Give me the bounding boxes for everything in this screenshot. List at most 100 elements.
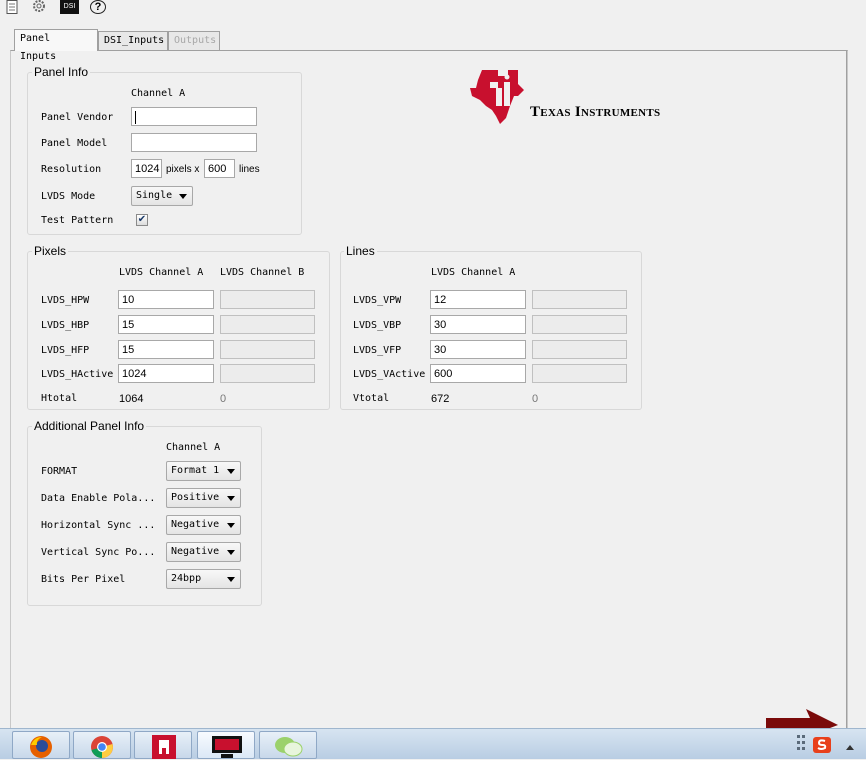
document-icon[interactable] (6, 0, 18, 14)
lvds-hbp-b-input (220, 315, 315, 334)
vertical-sync-select[interactable]: Negative (166, 542, 241, 562)
horizontal-sync-label: Horizontal Sync ... (41, 520, 156, 531)
lvds-hactive-label: LVDS_HActive (41, 369, 114, 380)
data-enable-polarity-select[interactable]: Positive (166, 488, 241, 508)
bits-per-pixel-label: Bits Per Pixel (41, 574, 126, 585)
tab-dsi-inputs[interactable]: DSI_Inputs (98, 31, 168, 50)
htotal-label: Htotal (41, 393, 78, 404)
lines-title: Lines (344, 244, 377, 258)
lvds-mode-value: Single (136, 190, 173, 201)
pixels-title: Pixels (32, 244, 69, 258)
ti-logo-icon (470, 70, 524, 124)
toolbar: DSI ? (0, 0, 866, 16)
additional-channel-header: Channel A (166, 442, 221, 453)
lvds-hfp-a-input[interactable]: 15 (118, 340, 214, 359)
lvds-vbp-label: LVDS_VBP (353, 320, 402, 331)
lvds-hbp-a-input[interactable]: 15 (118, 315, 214, 334)
lvds-hactive-b-input (220, 364, 315, 383)
lvds-hbp-label: LVDS_HBP (41, 320, 90, 331)
resolution-y-input[interactable]: 600 (204, 159, 235, 178)
lvds-hpw-b-input (220, 290, 315, 309)
panel-vendor-label: Panel Vendor (41, 112, 114, 123)
ti-display-icon (212, 736, 242, 758)
lvds-hfp-label: LVDS_HFP (41, 345, 90, 356)
lvds-hpw-a-input[interactable]: 10 (118, 290, 214, 309)
bits-per-pixel-value: 24bpp (171, 573, 202, 584)
panel-info-title: Panel Info (32, 65, 91, 79)
format-value: Format 1 (171, 465, 220, 476)
vertical-sync-value: Negative (171, 546, 220, 557)
lvds-vfp-a-input[interactable]: 30 (430, 340, 526, 359)
chevron-down-icon (227, 469, 235, 474)
wechat-icon (275, 737, 303, 757)
taskbar (0, 728, 866, 759)
lvds-mode-select[interactable]: Single (131, 186, 193, 206)
lines-unit-label: lines (239, 164, 260, 175)
ti-logo: Texas Instruments (468, 66, 698, 126)
chrome-icon (91, 736, 113, 758)
resolution-x-input[interactable]: 1024 (131, 159, 162, 178)
chevron-down-icon (227, 496, 235, 501)
test-pattern-label: Test Pattern (41, 215, 114, 226)
taskbar-firefox[interactable] (12, 731, 70, 759)
resolution-label: Resolution (41, 164, 102, 175)
vertical-sync-label: Vertical Sync Po... (41, 547, 156, 558)
lvds-hpw-label: LVDS_HPW (41, 295, 90, 306)
lvds-vpw-label: LVDS_VPW (353, 295, 402, 306)
pixels-x-label: pixels x (166, 164, 200, 175)
data-enable-polarity-value: Positive (171, 492, 220, 503)
tab-panel-inputs[interactable]: Panel Inputs (14, 29, 98, 62)
chevron-down-icon (227, 550, 235, 555)
checkmark-icon: ✔ (137, 214, 147, 225)
lvds-vactive-a-input[interactable]: 600 (430, 364, 526, 383)
gear-icon[interactable] (30, 0, 48, 14)
lvds-vpw-a-input[interactable]: 12 (430, 290, 526, 309)
ti-usb-icon (152, 735, 176, 759)
taskbar-wechat[interactable] (259, 731, 317, 759)
vtotal-a-value: 672 (431, 393, 450, 405)
chevron-down-icon (179, 194, 187, 199)
vtotal-label: Vtotal (353, 393, 390, 404)
text-cursor (135, 110, 136, 124)
lvds-mode-label: LVDS Mode (41, 191, 96, 202)
additional-panel-info-title: Additional Panel Info (32, 419, 147, 433)
panel-model-label: Panel Model (41, 138, 108, 149)
chevron-down-icon (227, 577, 235, 582)
data-enable-polarity-label: Data Enable Pola... (41, 493, 156, 504)
sogou-ime-icon[interactable] (813, 737, 831, 753)
lvds-vfp-b-input (532, 340, 627, 359)
show-hidden-icons-arrow[interactable] (845, 743, 855, 751)
panel-model-input[interactable] (131, 133, 257, 152)
pixels-col-a-header: LVDS Channel A (119, 267, 204, 278)
lvds-vbp-b-input (532, 315, 627, 334)
lvds-hactive-a-input[interactable]: 1024 (118, 364, 214, 383)
help-icon[interactable]: ? (90, 0, 106, 14)
panel-vendor-input[interactable] (131, 107, 257, 126)
panel-edge (846, 50, 847, 730)
lvds-vactive-label: LVDS_VActive (353, 369, 426, 380)
test-pattern-checkbox[interactable]: ✔ (136, 214, 148, 226)
lvds-vbp-a-input[interactable]: 30 (430, 315, 526, 334)
taskbar-ti-usb[interactable] (134, 731, 192, 759)
bits-per-pixel-select[interactable]: 24bpp (166, 569, 241, 589)
lvds-vfp-label: LVDS_VFP (353, 345, 402, 356)
htotal-b-value: 0 (220, 393, 227, 405)
tab-outputs: Outputs (168, 31, 220, 50)
htotal-a-value: 1064 (119, 393, 144, 405)
panel-info-channel-header: Channel A (131, 88, 186, 99)
horizontal-sync-select[interactable]: Negative (166, 515, 241, 535)
ti-logo-text: Texas Instruments (530, 104, 661, 120)
taskbar-ti-display[interactable] (197, 731, 255, 759)
taskbar-chrome[interactable] (73, 731, 131, 759)
lvds-hfp-b-input (220, 340, 315, 359)
vtotal-b-value: 0 (532, 393, 539, 405)
chevron-down-icon (227, 523, 235, 528)
network-icon[interactable] (796, 733, 808, 755)
firefox-icon (30, 736, 52, 758)
horizontal-sync-value: Negative (171, 519, 220, 530)
dsi-icon[interactable]: DSI (60, 0, 79, 14)
lvds-vactive-b-input (532, 364, 627, 383)
pixels-col-b-header: LVDS Channel B (220, 267, 305, 278)
lvds-vpw-b-input (532, 290, 627, 309)
format-select[interactable]: Format 1 (166, 461, 241, 481)
